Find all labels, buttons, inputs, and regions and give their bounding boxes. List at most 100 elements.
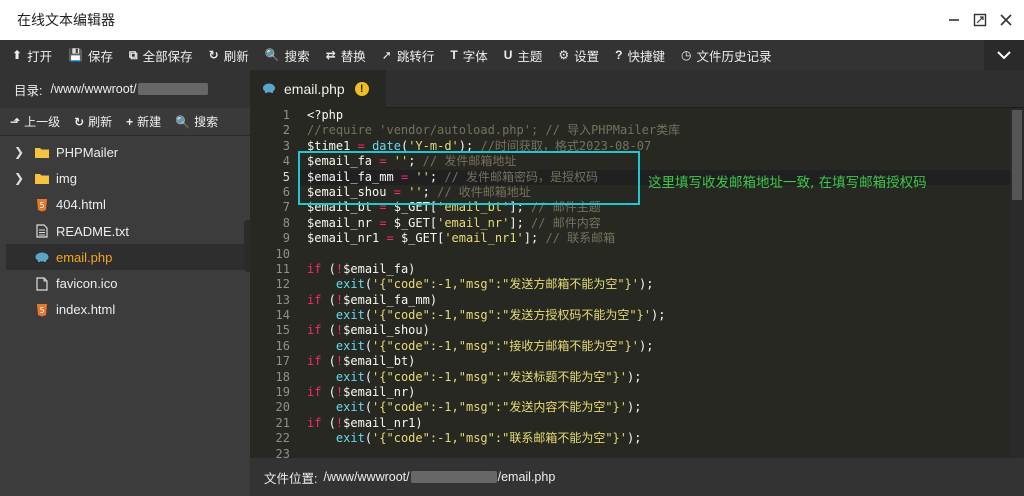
php-elephant-icon [262, 81, 276, 97]
code-line[interactable]: 22 exit('{"code":-1,"msg":"联系邮箱不能为空"}'); [250, 431, 1010, 446]
code-line[interactable]: 7 $email_bt = $_GET['email_bt']; // 邮件主题 [250, 200, 1010, 215]
code-editor: email.php ! 1 <?php 2 //require 'vendor/aut… [250, 70, 1024, 496]
tab-email-php[interactable]: email.php ! [250, 70, 386, 108]
code-line[interactable]: 1 <?php [250, 108, 1010, 123]
toolbar-button-search[interactable]: 🔍 搜索 [257, 40, 318, 70]
code-line[interactable]: 13 if (!$email_fa_mm) [250, 293, 1010, 308]
code-text: exit('{"code":-1,"msg":"发送内容不能为空"}'); [335, 400, 642, 415]
line-number: 8 [282, 215, 290, 230]
scrollbar-thumb[interactable] [1012, 110, 1022, 200]
toolbar-button-replace[interactable]: ⇄ 替换 [318, 40, 374, 70]
directory-path: /www/wwwroot/ [50, 82, 137, 96]
code-line[interactable]: 2 //require 'vendor/autoload.php'; // 导入P… [250, 123, 1010, 138]
code-line[interactable]: 16 exit('{"code":-1,"msg":"接收方邮箱不能为空"}')… [250, 339, 1010, 354]
chevron-right-icon[interactable]: ❯ [14, 171, 28, 185]
file-name: PHPMailer [56, 144, 119, 160]
sidebar-tool-refresh[interactable]: ↻ 刷新 [74, 113, 112, 130]
search-icon: 🔍 [175, 114, 191, 129]
file-tree-item[interactable]: favicon.ico [0, 270, 250, 296]
file-location-path-prefix: /www/wwwroot/ [323, 470, 410, 484]
toolbar-button-help[interactable]: ? 快捷键 [607, 40, 673, 70]
code-line[interactable]: 10 [250, 247, 1010, 262]
close-icon[interactable] [994, 8, 1018, 32]
code-text: exit('{"code":-1,"msg":"接收方邮箱不能为空"}'); [335, 338, 654, 353]
code-text: <?php [307, 108, 344, 122]
code-area[interactable]: 1 <?php 2 //require 'vendor/autoload.php'; … [250, 108, 1010, 458]
sidebar-tool-label: 搜索 [194, 115, 219, 129]
code-text: if (!$email_bt) [307, 354, 416, 369]
code-line[interactable]: 4 $email_fa = ''; // 发件邮箱地址 [250, 154, 1010, 169]
sidebar-tool-arrow-up[interactable]: ⬏ 上一级 [10, 113, 60, 130]
code-line[interactable]: 21 if (!$email_nr1) [250, 416, 1010, 431]
code-line[interactable]: 11 if (!$email_fa) [250, 262, 1010, 277]
vertical-scrollbar[interactable] [1010, 108, 1024, 458]
file-tree-item[interactable]: ❯ img [0, 165, 250, 191]
theme-icon: U [503, 48, 513, 62]
toolbar-button-history[interactable]: ◷ 文件历史记录 [673, 40, 780, 70]
toolbar-button-theme[interactable]: U 主题 [496, 40, 551, 70]
code-line[interactable]: 18 exit('{"code":-1,"msg":"发送标题不能为空"}'); [250, 370, 1010, 385]
toolbar-button-goto-line[interactable]: ➚ 跳转行 [374, 40, 443, 70]
file-icon [34, 277, 50, 291]
line-number: 5 [282, 169, 290, 184]
line-number: 17 [275, 354, 290, 369]
minimize-icon[interactable] [942, 8, 966, 32]
file-sidebar: 目录: /www/wwwroot/ ⬏ 上一级 ↻ 刷新 + 新建 🔍 搜索 ❯ PHPMail… [0, 70, 250, 496]
font-icon: T [450, 48, 458, 62]
code-line[interactable]: 3 $time1 = date('Y-m-d'); //时间获取，格式2023-0… [250, 139, 1010, 154]
sidebar-tools: ⬏ 上一级 ↻ 刷新 + 新建 🔍 搜索 [0, 108, 250, 136]
tab-bar: email.php ! [250, 70, 1024, 108]
file-tree-item[interactable]: 5 index.html [0, 297, 250, 323]
code-line[interactable]: 19 if (!$email_nr) [250, 385, 1010, 400]
sidebar-tool-search[interactable]: 🔍 搜索 [175, 113, 218, 130]
code-line[interactable]: 9 $email_nr1 = $_GET['email_nr1']; // 联系邮… [250, 231, 1010, 246]
arrow-up-icon: ⬏ [10, 114, 21, 129]
code-text: if (!$email_shou) [307, 323, 430, 338]
toolbar-button-upload[interactable]: ⬆ 打开 [4, 40, 60, 70]
file-name: 404.html [56, 197, 106, 213]
code-line[interactable]: 17 if (!$email_bt) [250, 354, 1010, 369]
chevron-right-icon[interactable]: ❯ [14, 145, 28, 159]
code-text: if (!$email_fa_mm) [307, 292, 438, 307]
sidebar-tool-label: 刷新 [88, 115, 113, 129]
code-text: $email_nr = $_GET['email_nr']; // 邮件内容 [307, 215, 601, 230]
code-line[interactable]: 23 [250, 447, 1010, 458]
toolbar-button-label: 文件历史记录 [696, 49, 772, 64]
toolbar-button-save-all[interactable]: ⧉ 全部保存 [121, 40, 201, 70]
toolbar-button-font[interactable]: T 字体 [442, 40, 495, 70]
toolbar-button-save[interactable]: 💾 保存 [60, 40, 121, 70]
svg-text:5: 5 [39, 306, 44, 315]
file-tree-item[interactable]: 5 404.html [0, 192, 250, 218]
file-name: img [56, 170, 77, 186]
directory-label: 目录: [14, 83, 43, 98]
line-number: 21 [275, 415, 290, 430]
toolbar-button-refresh[interactable]: ↻ 刷新 [201, 40, 257, 70]
file-tree-item[interactable]: ❯ PHPMailer [0, 139, 250, 165]
line-number: 4 [282, 154, 290, 169]
line-number: 2 [282, 123, 290, 138]
line-number: 22 [275, 431, 290, 446]
line-number: 20 [275, 400, 290, 415]
toolbar-more-button[interactable] [984, 40, 1024, 70]
code-line[interactable]: 8 $email_nr = $_GET['email_nr']; // 邮件内容 [250, 216, 1010, 231]
line-number: 10 [275, 246, 290, 261]
code-line[interactable]: 15 if (!$email_shou) [250, 323, 1010, 338]
chevron-down-icon [997, 51, 1011, 60]
line-number: 1 [282, 108, 290, 122]
code-text: $time1 = date('Y-m-d'); //时间获取，格式2023-08… [307, 138, 652, 153]
window-title: 在线文本编辑器 [17, 12, 115, 28]
line-number: 23 [275, 446, 290, 458]
code-line[interactable]: 12 exit('{"code":-1,"msg":"发送方邮箱不能为空"}')… [250, 277, 1010, 292]
file-name: email.php [56, 249, 113, 265]
code-line[interactable]: 14 exit('{"code":-1,"msg":"发送方授权码不能为空"}'… [250, 308, 1010, 323]
toolbar-button-label: 保存 [88, 49, 114, 64]
file-tree-item[interactable]: README.txt [0, 218, 250, 244]
maximize-icon[interactable] [968, 8, 992, 32]
sidebar-tool-plus[interactable]: + 新建 [126, 113, 161, 130]
file-tree-item[interactable]: email.php [6, 244, 244, 271]
html5-icon: 5 [34, 303, 50, 317]
toolbar-button-gear[interactable]: ⚙ 设置 [550, 40, 607, 70]
code-line[interactable]: 20 exit('{"code":-1,"msg":"发送内容不能为空"}'); [250, 400, 1010, 415]
